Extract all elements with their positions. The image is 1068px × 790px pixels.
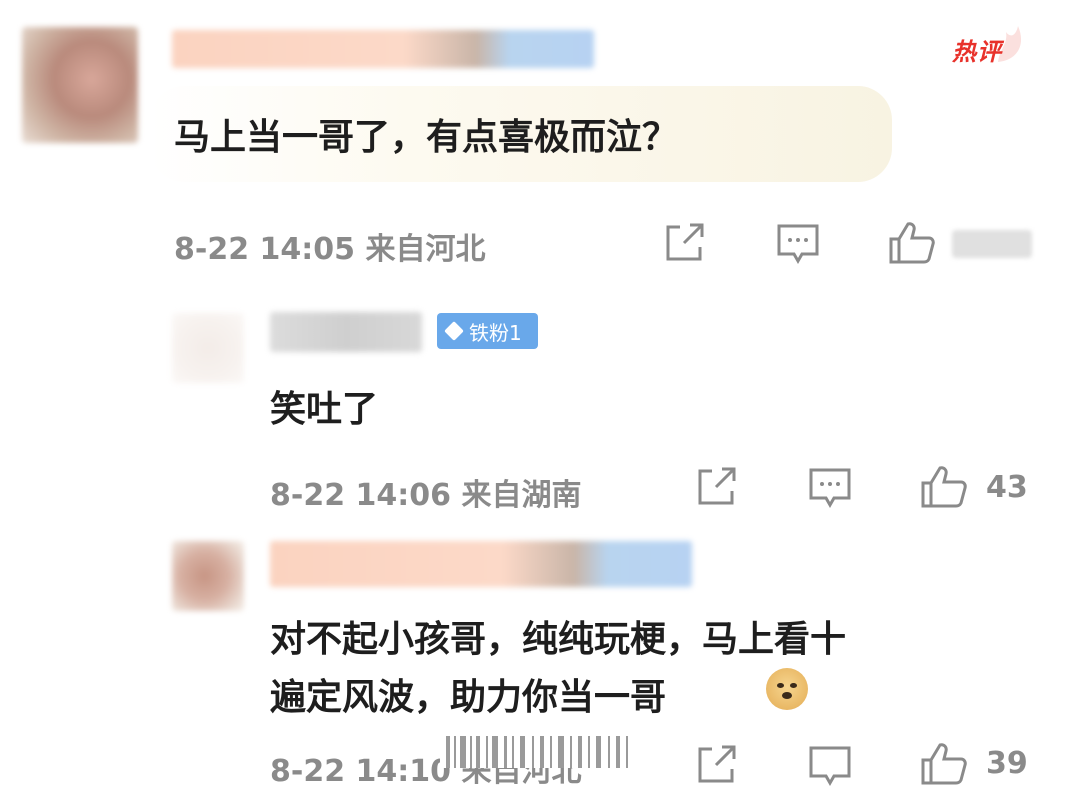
reply-text: 笑吐了 (270, 389, 379, 430)
comment-icon[interactable] (808, 745, 852, 787)
watermark-barcode (440, 728, 635, 768)
comment-icon[interactable] (776, 223, 820, 265)
avatar[interactable] (172, 313, 244, 383)
fan-level-badge: 铁粉1 (437, 313, 538, 349)
avatar[interactable] (172, 541, 244, 611)
fan-badge-label: 铁粉1 (469, 320, 522, 345)
share-icon[interactable] (664, 223, 706, 263)
username-blurred[interactable] (270, 312, 422, 352)
hot-comment-badge: 热评 (948, 22, 1028, 66)
reply-text-line-1: 对不起小孩哥，纯纯玩梗，马上看十 (270, 619, 847, 660)
like-count: 43 (986, 470, 1028, 505)
doge-emoji-icon (766, 668, 808, 710)
like-icon[interactable] (920, 742, 968, 786)
hot-badge-label: 热评 (952, 38, 1002, 66)
share-icon[interactable] (696, 467, 738, 507)
like-count-blurred (952, 230, 1032, 258)
avatar[interactable] (22, 27, 138, 143)
comment-meta: 8-22 14:05 来自河北 (174, 224, 485, 268)
comment-icon[interactable] (808, 467, 852, 509)
comment-text: 马上当一哥了，有点喜极而泣？ (174, 117, 679, 158)
reply-meta: 8-22 14:06 来自湖南 (270, 470, 581, 514)
reply-time: 8-22 14:06 (270, 478, 452, 513)
username-blurred[interactable] (172, 30, 594, 68)
like-icon[interactable] (888, 221, 936, 265)
diamond-icon (444, 321, 464, 341)
reply-location: 来自湖南 (461, 478, 582, 513)
reply-time: 8-22 14:10 (270, 754, 452, 789)
username-blurred[interactable] (270, 541, 692, 587)
reply-text-line-2: 遍定风波，助力你当一哥 (270, 677, 667, 718)
comment-time: 8-22 14:05 (174, 232, 356, 267)
comment-location: 来自河北 (365, 232, 486, 267)
like-icon[interactable] (920, 465, 968, 509)
share-icon[interactable] (696, 745, 738, 785)
like-count: 39 (986, 746, 1028, 781)
